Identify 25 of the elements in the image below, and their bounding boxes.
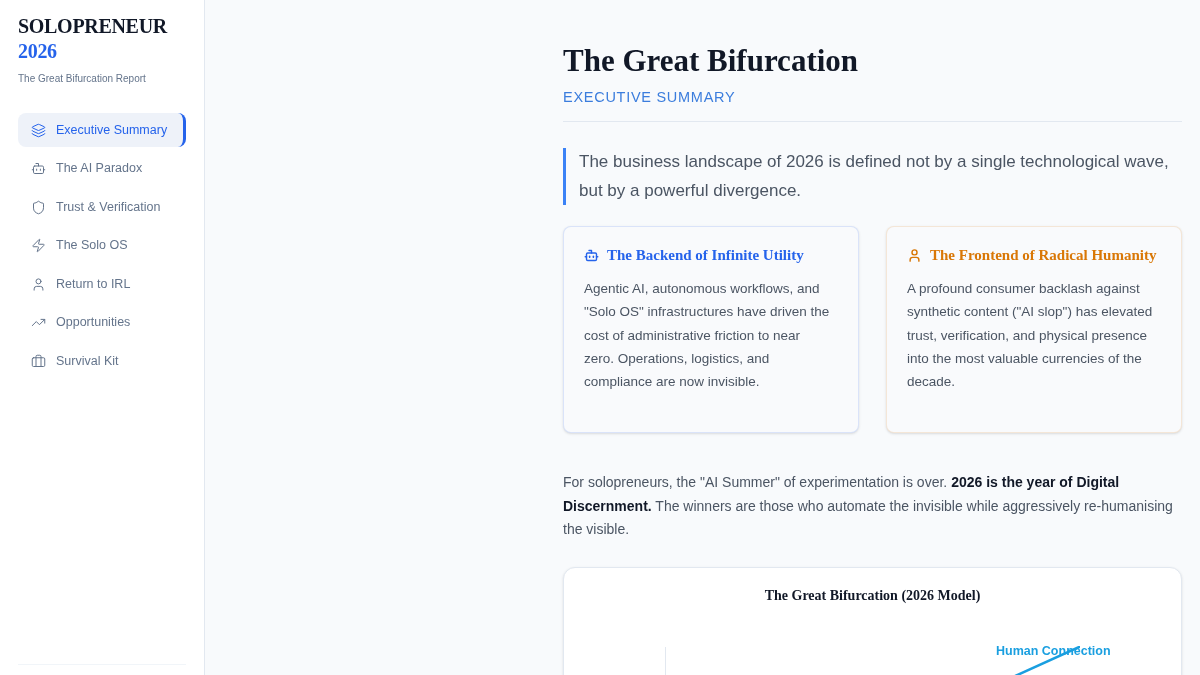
sidebar-nav-item[interactable]: Return to IRL bbox=[18, 267, 186, 301]
card-title: The Backend of Infinite Utility bbox=[607, 247, 804, 264]
sidebar-nav-item[interactable]: Opportunities bbox=[18, 305, 186, 340]
card-text: Agentic AI, autonomous workflows, and "Solo OS" infrastructures have driven the cost of administrative friction to near zero. Operations, logistics, and compliance are now invisible. bbox=[584, 280, 831, 392]
shield-icon bbox=[31, 199, 46, 215]
page-title: The Great Bifurcation bbox=[563, 42, 859, 80]
sidebar-nav-item[interactable]: Survival Kit bbox=[18, 344, 186, 378]
lightning-icon bbox=[31, 238, 46, 253]
layers-icon bbox=[31, 122, 46, 138]
logo-title: SOLOPRENEUR bbox=[18, 14, 167, 39]
section-label: EXECUTIVE SUMMARY bbox=[563, 88, 736, 106]
logo-year: 2026 bbox=[18, 39, 57, 64]
card-title: The Frontend of Radical Humanity bbox=[930, 247, 1157, 264]
summary-paragraph: For solopreneurs, the "AI Summer" of experimentation is over. 2026 is the year of Digital Discernment. The winners are those who automate the invisible while aggressively re-humanising the visible. bbox=[563, 473, 1174, 539]
sidebar-nav-item[interactable]: Executive Summary bbox=[18, 113, 186, 147]
lead-quote: The business landscape of 2026 is defined not by a single technological wave, but by a powerful divergence. bbox=[563, 148, 1182, 205]
briefcase-icon bbox=[31, 353, 46, 369]
chart-title: The Great Bifurcation (2026 Model) bbox=[764, 586, 981, 605]
sidebar-nav-item[interactable]: Trust & Verification bbox=[18, 190, 186, 224]
card-text: A profound consumer backlash against synthetic content ("AI slop") has elevated trust, verification, and physical presence into the most valuable currencies of the decade. bbox=[907, 280, 1154, 392]
robot-icon bbox=[31, 161, 46, 176]
sidebar-nav-item[interactable]: The Solo OS bbox=[18, 228, 186, 263]
sidebar-nav-item[interactable]: The AI Paradox bbox=[18, 151, 186, 186]
person-icon bbox=[31, 276, 46, 292]
sidebar-subtitle: The Great Bifurcation Report bbox=[18, 73, 146, 85]
